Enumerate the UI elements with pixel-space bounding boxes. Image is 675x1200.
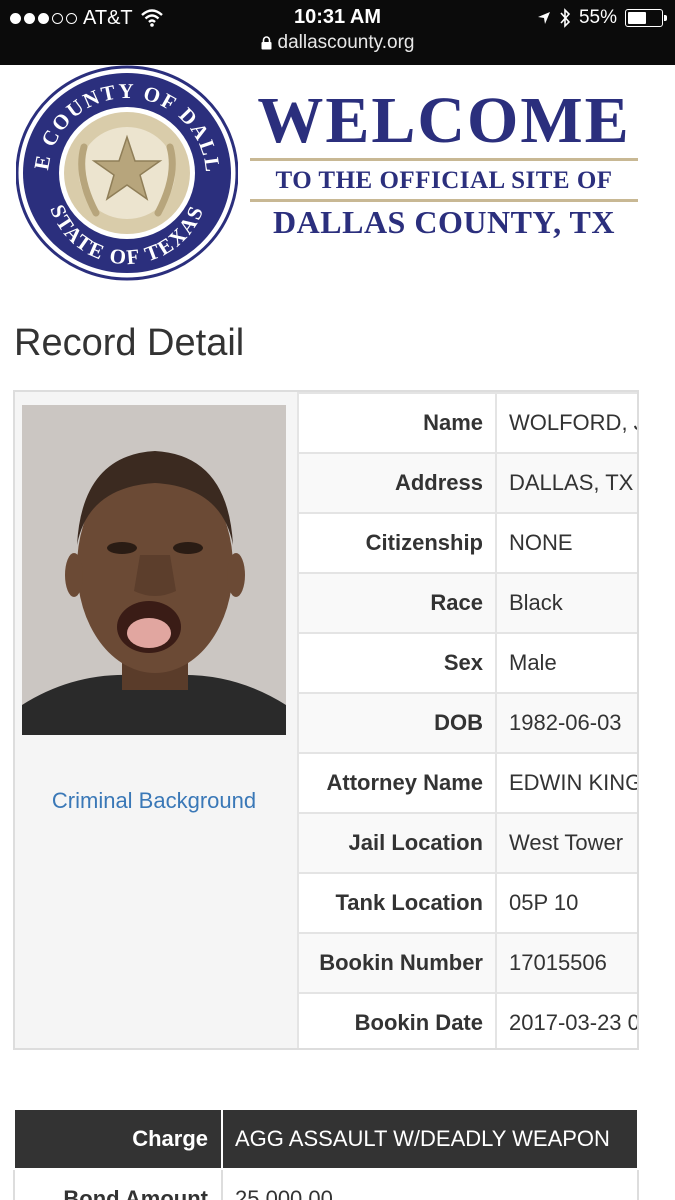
table-row: Bookin Date 2017-03-23 0 <box>297 992 637 1048</box>
field-label: Bookin Date <box>297 992 497 1048</box>
field-label: Bookin Number <box>297 932 497 994</box>
location-arrow-icon <box>537 12 550 24</box>
battery-icon <box>625 9 667 27</box>
field-value: WOLFORD, J <box>495 392 637 454</box>
field-label: DOB <box>297 692 497 754</box>
table-row: Bookin Number 17015506 <box>297 932 637 994</box>
banner-divider <box>250 158 638 161</box>
field-value: 2017-03-23 0 <box>495 992 637 1048</box>
page-title: Record Detail <box>14 322 245 364</box>
status-bar: AT&T 10:31 AM dallascounty.org 55% <box>0 0 675 65</box>
field-value: 1982-06-03 <box>495 692 637 754</box>
lock-icon <box>261 36 272 50</box>
welcome-subtitle: TO THE OFFICIAL SITE OF <box>275 167 613 194</box>
table-row: Citizenship NONE <box>297 512 637 574</box>
banner-divider <box>250 199 638 202</box>
charge-table: Charge AGG ASSAULT W/DEADLY WEAPON Bond … <box>13 1108 639 1200</box>
table-row: Sex Male <box>297 632 637 694</box>
table-row: Name WOLFORD, J <box>297 392 637 454</box>
mugshot-photo <box>22 405 286 735</box>
field-label: Race <box>297 572 497 634</box>
table-row: Bond Amount 25,000.00 <box>13 1168 639 1200</box>
table-row: Charge AGG ASSAULT W/DEADLY WEAPON <box>13 1108 639 1170</box>
table-row: Jail Location West Tower <box>297 812 637 874</box>
status-right: 55% <box>537 6 667 30</box>
url-bar[interactable]: dallascounty.org <box>0 32 675 54</box>
bond-amount-label: Bond Amount <box>13 1168 223 1200</box>
field-label: Sex <box>297 632 497 694</box>
table-row: Tank Location 05P 10 <box>297 872 637 934</box>
bluetooth-icon <box>560 8 571 28</box>
field-label: Jail Location <box>297 812 497 874</box>
url-text: dallascounty.org <box>277 32 415 53</box>
table-row: DOB 1982-06-03 <box>297 692 637 754</box>
field-value: NONE <box>495 512 637 574</box>
charge-label: Charge <box>13 1108 223 1170</box>
record-panel: Criminal Background Name WOLFORD, J Addre… <box>13 390 639 1050</box>
charge-value: AGG ASSAULT W/DEADLY WEAPON <box>221 1108 639 1170</box>
county-seal-logo: THE COUNTY OF DALLAS STATE OF TEXAS <box>16 65 238 281</box>
field-label: Citizenship <box>297 512 497 574</box>
field-label: Attorney Name <box>297 752 497 814</box>
welcome-heading: WELCOME <box>257 84 631 157</box>
field-value: EDWIN KING <box>495 752 637 814</box>
field-value: 17015506 <box>495 932 637 994</box>
table-row: Race Black <box>297 572 637 634</box>
field-label: Tank Location <box>297 872 497 934</box>
bond-amount-value: 25,000.00 <box>221 1168 639 1200</box>
field-value: Black <box>495 572 637 634</box>
field-label: Address <box>297 452 497 514</box>
criminal-background-link[interactable]: Criminal Background <box>15 788 293 814</box>
field-value: Male <box>495 632 637 694</box>
battery-percent: 55% <box>578 7 617 28</box>
welcome-banner: WELCOME TO THE OFFICIAL SITE OF DALLAS C… <box>250 88 638 241</box>
field-value: West Tower <box>495 812 637 874</box>
county-name: DALLAS COUNTY, TX <box>273 204 615 240</box>
record-detail-table: Name WOLFORD, J Address DALLAS, TX Citizen… <box>297 392 637 1048</box>
table-row: Address DALLAS, TX <box>297 452 637 514</box>
field-label: Name <box>297 392 497 454</box>
field-value: 05P 10 <box>495 872 637 934</box>
table-row: Attorney Name EDWIN KING <box>297 752 637 814</box>
field-value: DALLAS, TX <box>495 452 637 514</box>
